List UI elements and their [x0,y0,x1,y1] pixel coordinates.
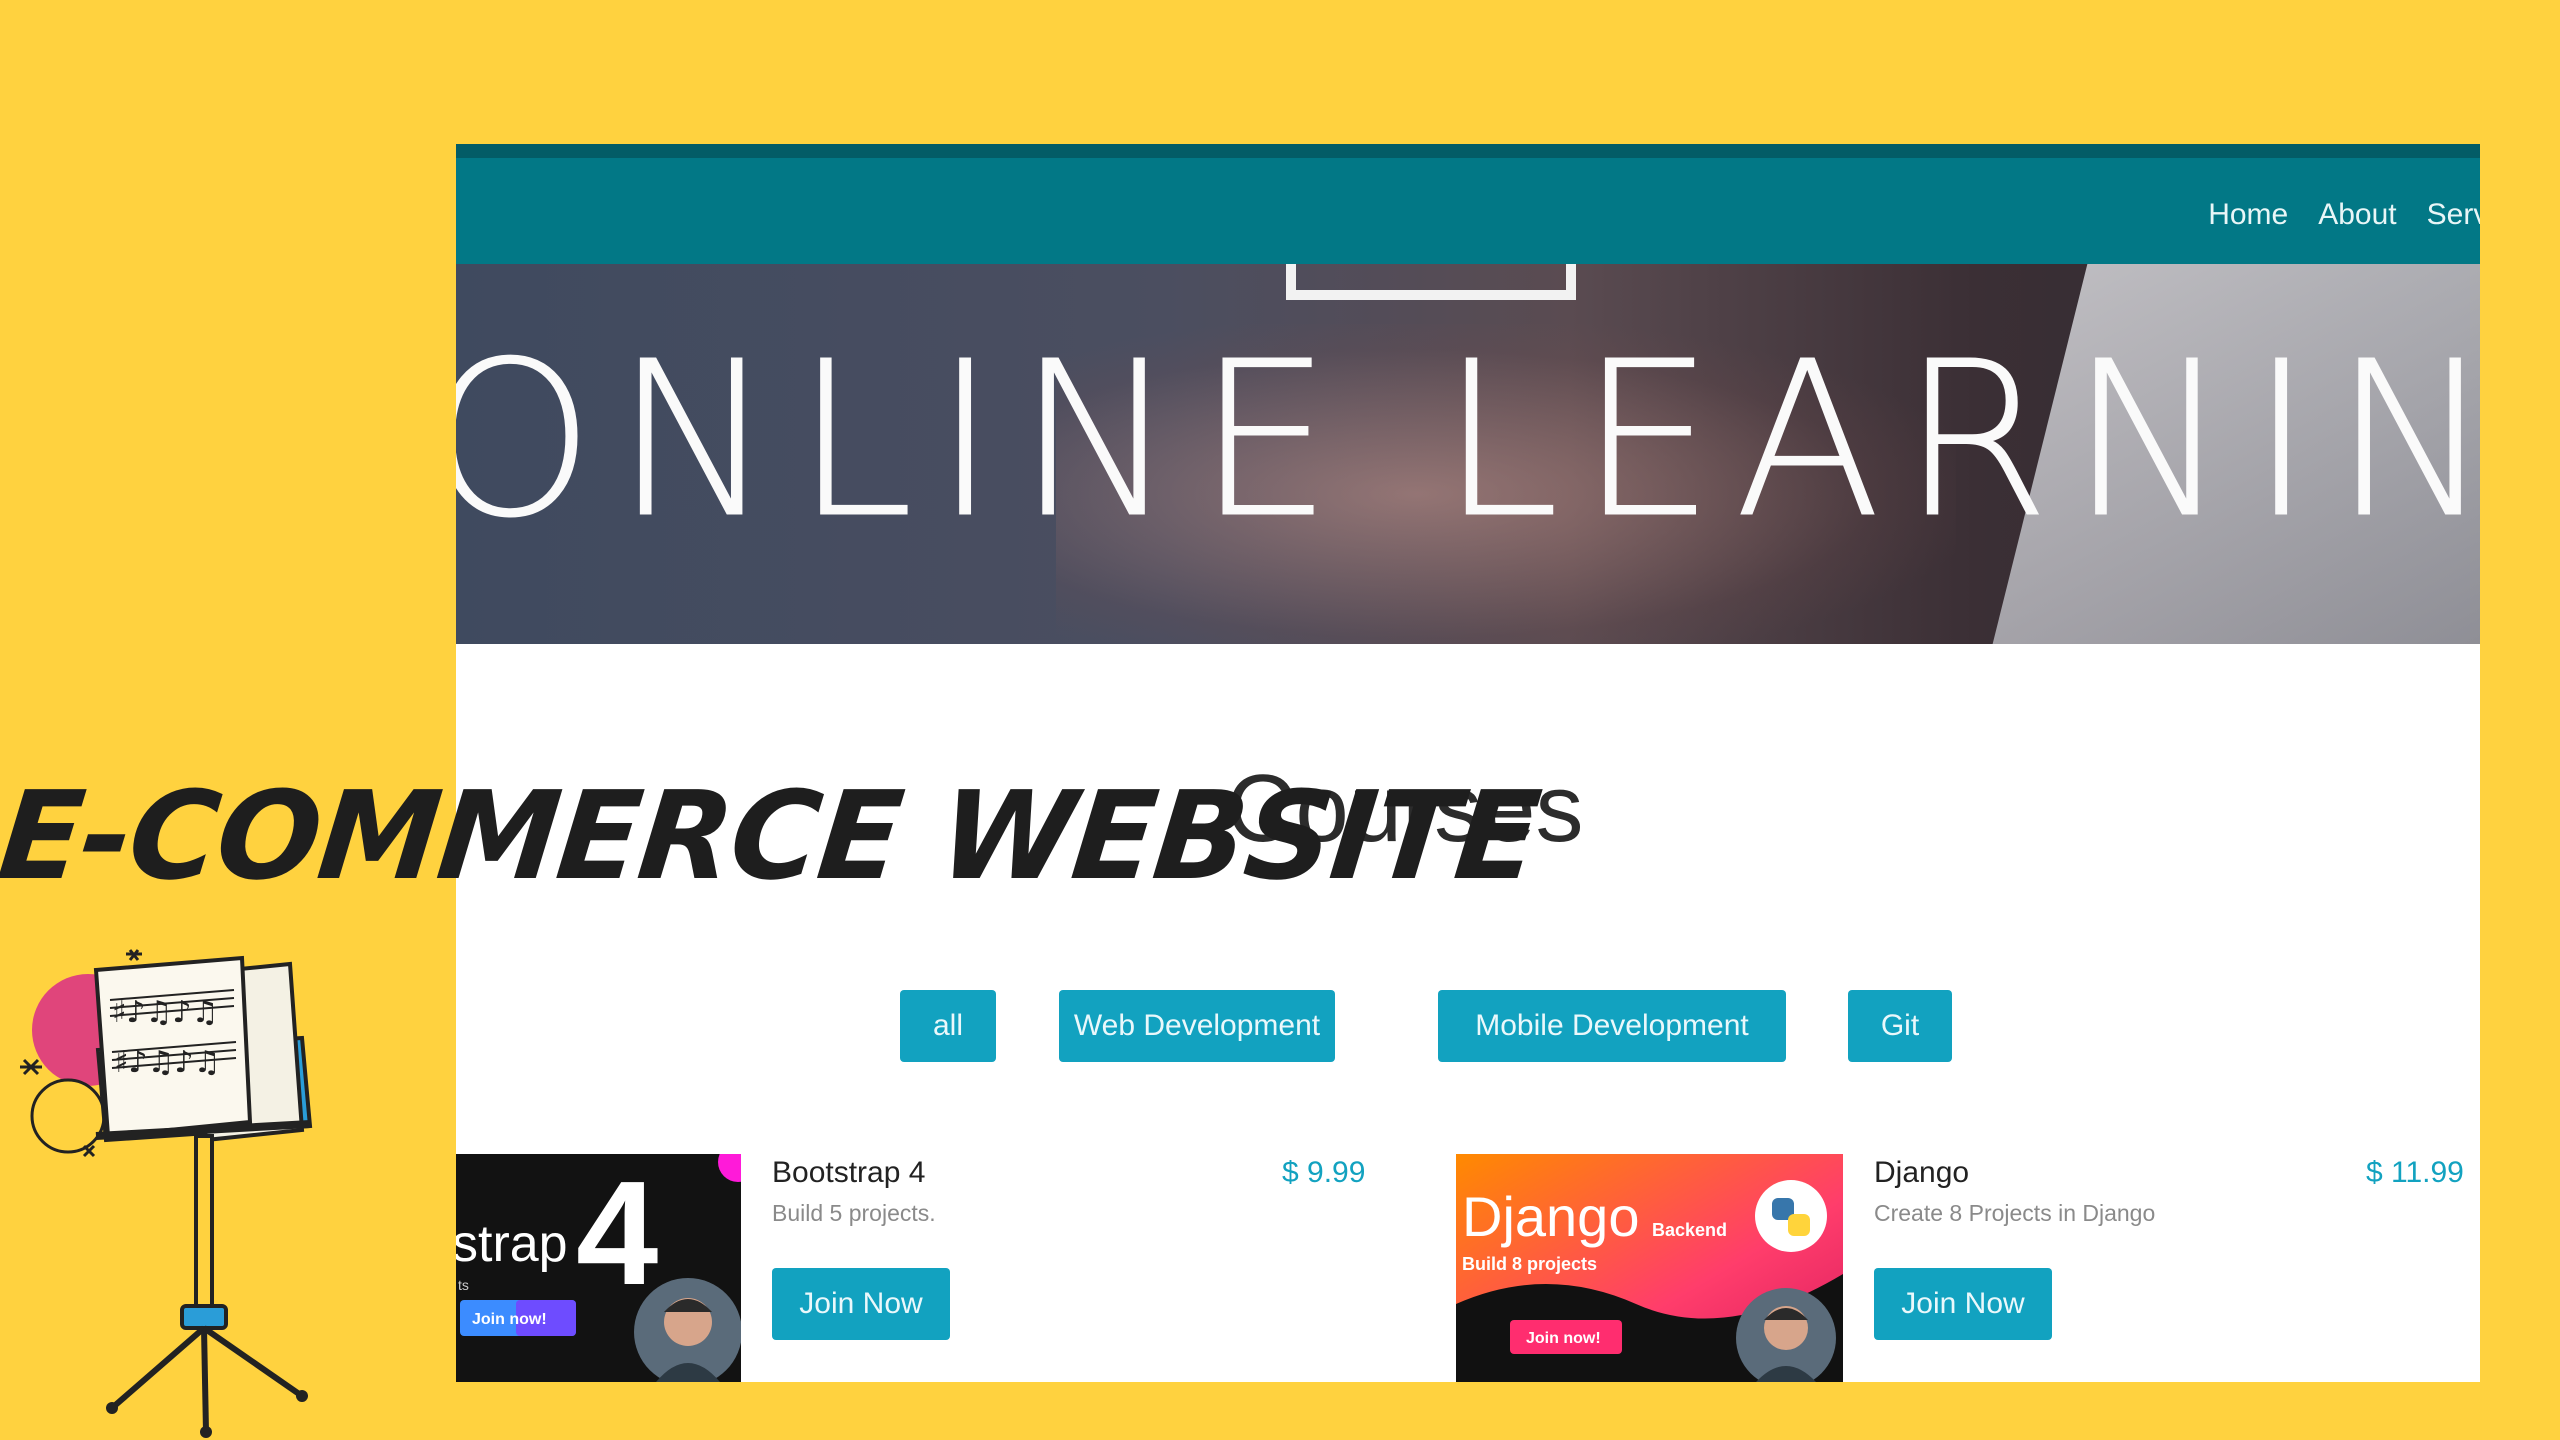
course-desc-bootstrap: Build 5 projects. [772,1200,936,1226]
nav-about-link[interactable]: About [2318,198,2396,232]
django-thumbnail-art: Django Backend Build 8 projects Join now… [1456,1154,1843,1382]
thumb-strap-text: strap [456,1215,568,1273]
navbar: Home About Servic [456,144,2480,264]
filter-git-button[interactable]: Git [1848,990,1952,1062]
filter-web-development-button[interactable]: Web Development [1059,990,1335,1062]
thumb-backend-text: Backend [1652,1220,1727,1240]
thumb-join-pill: Join now! [472,1311,547,1328]
course-name-django[interactable]: Django [1874,1156,1969,1190]
filter-mobile-development-button[interactable]: Mobile Development [1438,990,1786,1062]
course-name-bootstrap[interactable]: Bootstrap 4 [772,1156,925,1190]
filter-all-button[interactable]: all [900,990,996,1062]
course-card-bootstrap: strap 4 ts Join now! [456,1154,741,1382]
overlay-title: E-COMMERCE WEBSITE [0,765,1545,907]
website-screenshot: Home About Servic ONLINE LEARNING Course… [456,144,2480,1382]
thumb-join-pill-django: Join now! [1526,1330,1601,1347]
thumb-build-text: Build 8 projects [1462,1254,1597,1274]
hero-logo-outline [1286,264,1576,300]
course-price-bootstrap: $ 9.99 [1282,1156,1366,1189]
nav-links: Home About Servic [2208,198,2480,232]
thumb-four-text: 4 [576,1154,658,1316]
filter-bar: all Web Development Mobile Development G… [456,990,2480,1062]
hero-title: ONLINE LEARNING [456,316,2480,565]
thumb-ts-text: ts [458,1277,469,1293]
svg-text:♯♪♫♪♫: ♯♪♫♪♫ [114,1045,221,1080]
course-thumbnail-django[interactable]: Django Backend Build 8 projects Join now… [1456,1154,1843,1382]
bootstrap-thumbnail-art: strap 4 ts Join now! [456,1154,741,1382]
course-card-django: Django Backend Build 8 projects Join now… [1456,1154,1843,1382]
course-desc-django: Create 8 Projects in Django [1874,1200,2156,1226]
course-price-django: $ 11.99 [2366,1156,2464,1189]
course-thumbnail-bootstrap[interactable]: strap 4 ts Join now! [456,1154,741,1382]
hero-banner: ONLINE LEARNING [456,264,2480,644]
music-stand-illustration: ♯♪♫♪♫ ♯♪♫♪♫ [20,949,313,1438]
nav-services-link[interactable]: Servic [2427,198,2480,232]
join-now-button-bootstrap[interactable]: Join Now [772,1268,950,1340]
thumb-django-text: Django [1462,1185,1639,1248]
svg-text:♯♪♫♪♫: ♯♪♫♪♫ [112,995,219,1030]
join-now-button-django[interactable]: Join Now [1874,1268,2052,1340]
nav-home-link[interactable]: Home [2208,198,2288,232]
